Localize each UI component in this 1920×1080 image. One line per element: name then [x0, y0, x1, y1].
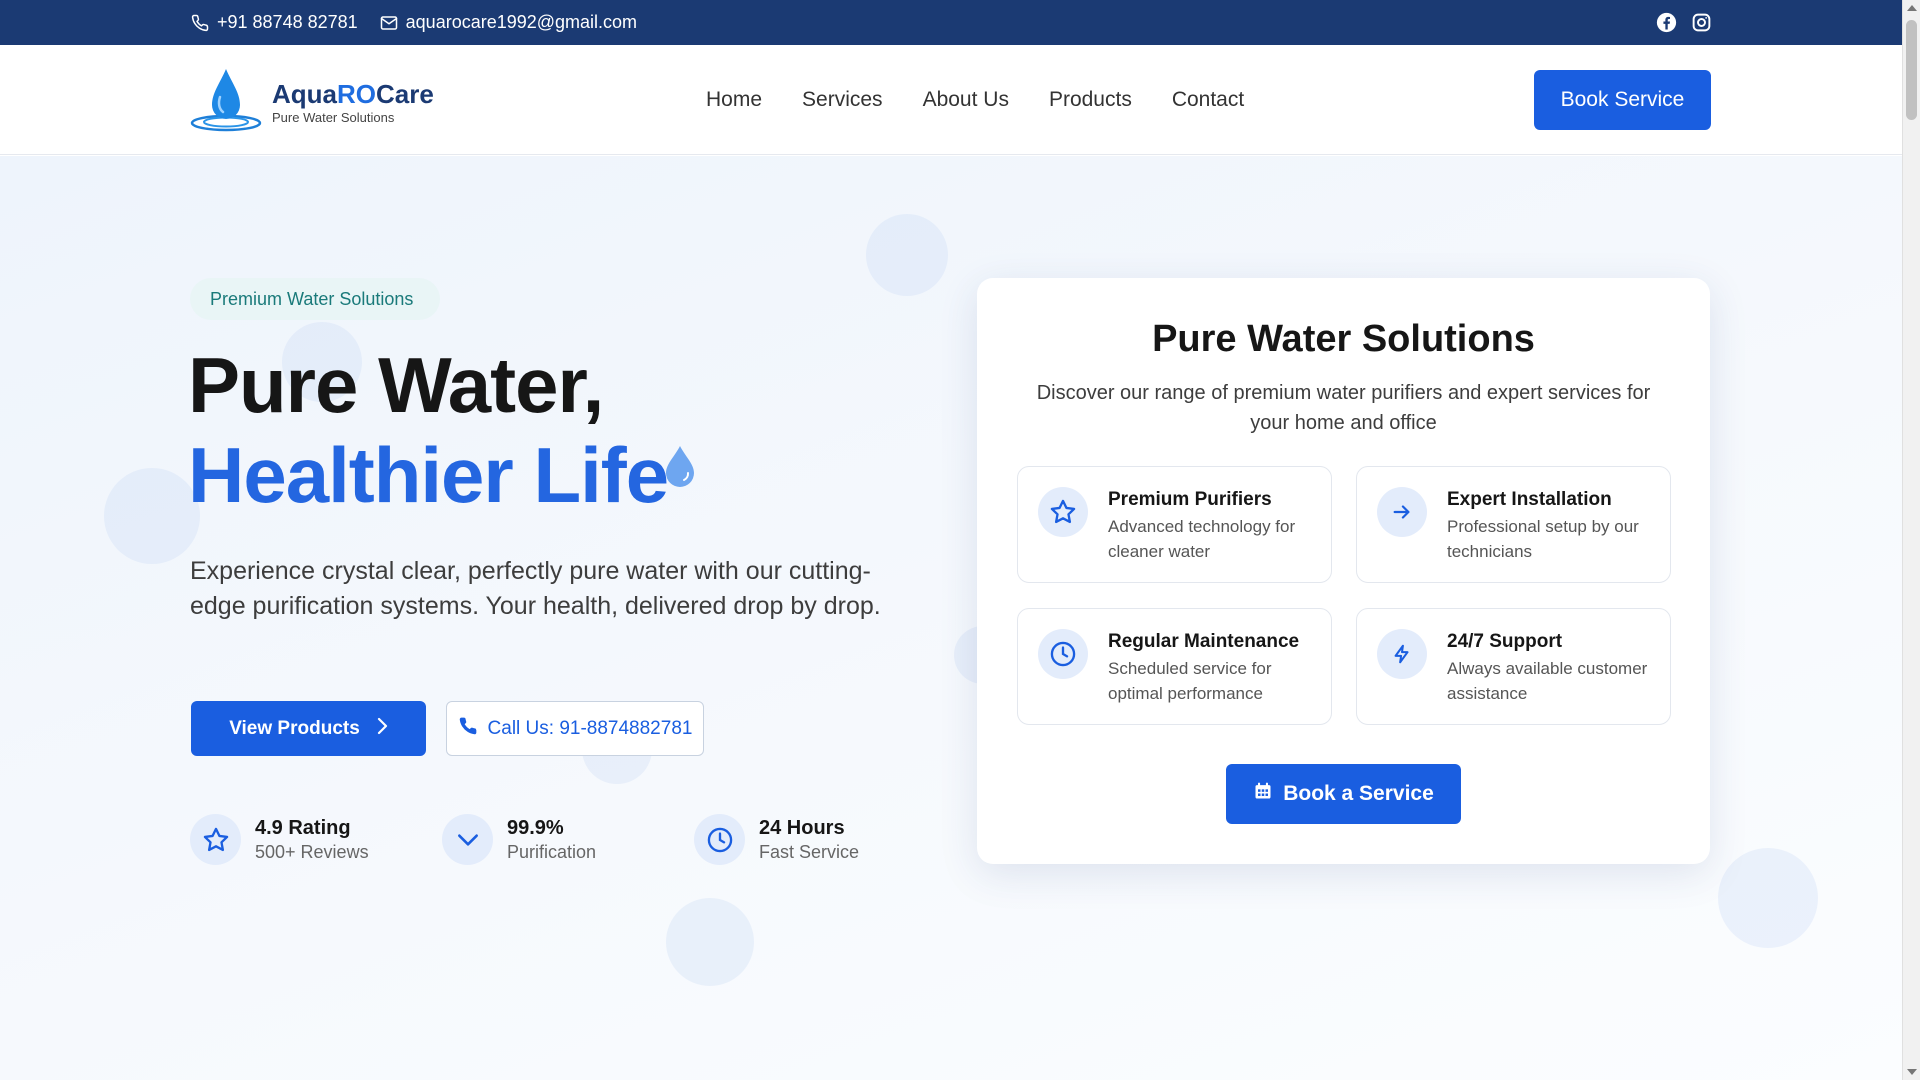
view-products-label: View Products	[229, 717, 360, 739]
feature-expert-installation: Expert Installation Professional setup b…	[1356, 466, 1671, 583]
instagram-icon[interactable]	[1691, 12, 1712, 33]
card-description: Discover our range of premium water puri…	[1036, 382, 1651, 434]
hero-description: Experience crystal clear, perfectly pure…	[190, 557, 881, 620]
social-links	[1656, 0, 1712, 45]
hero-stats: 4.9 Rating 500+ Reviews 99.9% Purificati…	[190, 814, 946, 865]
view-products-button[interactable]: View Products	[191, 701, 426, 756]
stat-label: 500+ Reviews	[255, 841, 369, 862]
top-contact-bar: +91 88748 82781 aquarocare1992@gmail.com	[0, 0, 1902, 45]
feature-description: Professional setup by our technicians	[1447, 517, 1639, 561]
email-address: aquarocare1992@gmail.com	[405, 12, 638, 32]
stat-value: 4.9 Rating	[255, 816, 351, 839]
feature-description: Always available customer assistance	[1447, 659, 1648, 703]
decorative-bubble	[1718, 848, 1818, 948]
hero-headline-line1: Pure Water,	[188, 341, 604, 429]
logo-text: AquaROCare Pure Water Solutions	[272, 81, 434, 125]
stat-label: Purification	[507, 841, 597, 862]
phone-icon	[458, 716, 478, 742]
solutions-card: Pure Water Solutions Discover our range …	[977, 278, 1710, 864]
feature-support: 24/7 Support Always available customer a…	[1356, 608, 1671, 725]
stat-rating: 4.9 Rating 500+ Reviews	[190, 814, 442, 865]
star-icon	[1038, 487, 1088, 537]
main-navbar: AquaROCare Pure Water Solutions Home Ser…	[0, 45, 1902, 155]
contact-info: +91 88748 82781 aquarocare1992@gmail.com	[191, 0, 637, 45]
scroll-up-arrow-icon[interactable]	[1907, 5, 1917, 11]
nav-link-products[interactable]: Products	[1049, 88, 1132, 112]
decorative-bubble	[666, 898, 754, 986]
feature-title: 24/7 Support	[1447, 631, 1563, 652]
chevron-right-icon	[376, 717, 388, 741]
facebook-icon[interactable]	[1656, 12, 1677, 33]
decorative-bubble	[866, 214, 948, 296]
phone-number: +91 88748 82781	[217, 12, 358, 32]
stat-value: 99.9%	[507, 816, 564, 839]
star-icon	[190, 814, 241, 865]
scrollbar-thumb[interactable]	[1906, 20, 1917, 120]
check-icon	[442, 814, 493, 865]
call-us-label: Call Us: 91-8874882781	[487, 717, 693, 739]
nav-link-about[interactable]: About Us	[923, 88, 1009, 112]
nav-menu: Home Services About Us Products Contact	[706, 45, 1244, 155]
phone-link[interactable]: +91 88748 82781	[191, 12, 358, 33]
arrow-right-icon	[1377, 487, 1427, 537]
stat-service-time: 24 Hours Fast Service	[694, 814, 946, 865]
feature-title: Expert Installation	[1447, 489, 1612, 510]
hero-section: Premium Water Solutions Pure Water, Heal…	[0, 156, 1902, 1080]
clock-icon	[1038, 629, 1088, 679]
water-drop-logo-icon	[190, 67, 262, 138]
hero-headline-line2: Healthier Life	[188, 431, 669, 519]
card-title: Pure Water Solutions	[1152, 318, 1535, 360]
book-a-service-label: Book a Service	[1283, 782, 1434, 805]
scroll-down-arrow-icon[interactable]	[1907, 1069, 1917, 1075]
page-scrollbar[interactable]	[1902, 0, 1920, 1080]
call-us-button[interactable]: Call Us: 91-8874882781	[446, 701, 704, 756]
feature-description: Advanced technology for cleaner water	[1108, 517, 1296, 561]
hero-badge: Premium Water Solutions	[190, 278, 440, 320]
site-logo[interactable]: AquaROCare Pure Water Solutions	[190, 67, 434, 138]
brand-name: AquaROCare	[272, 78, 434, 109]
feature-title: Premium Purifiers	[1108, 489, 1272, 510]
book-service-button[interactable]: Book Service	[1534, 70, 1711, 130]
feature-premium-purifiers: Premium Purifiers Advanced technology fo…	[1017, 466, 1332, 583]
mail-icon	[380, 14, 398, 32]
feature-description: Scheduled service for optimal performanc…	[1108, 659, 1272, 703]
feature-regular-maintenance: Regular Maintenance Scheduled service fo…	[1017, 608, 1332, 725]
stat-purification: 99.9% Purification	[442, 814, 694, 865]
book-a-service-button[interactable]: Book a Service	[1226, 764, 1461, 824]
stat-label: Fast Service	[759, 841, 860, 862]
nav-link-home[interactable]: Home	[706, 88, 762, 112]
nav-link-services[interactable]: Services	[802, 88, 883, 112]
decorative-bubble	[104, 468, 200, 564]
water-drop-icon	[664, 446, 696, 493]
stat-value: 24 Hours	[759, 816, 845, 839]
clock-icon	[694, 814, 745, 865]
brand-tagline: Pure Water Solutions	[272, 109, 395, 125]
bolt-icon	[1377, 629, 1427, 679]
calendar-icon	[1253, 781, 1273, 807]
nav-link-contact[interactable]: Contact	[1172, 88, 1244, 112]
feature-title: Regular Maintenance	[1108, 631, 1300, 652]
phone-icon	[191, 14, 209, 32]
email-link[interactable]: aquarocare1992@gmail.com	[380, 12, 637, 33]
